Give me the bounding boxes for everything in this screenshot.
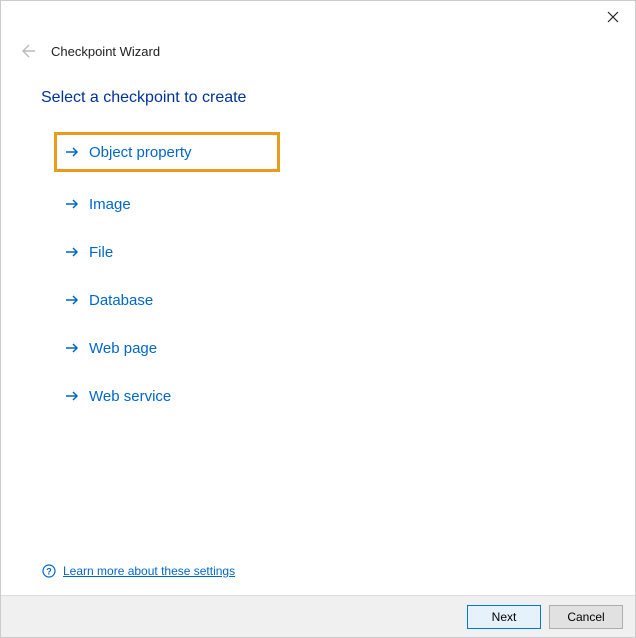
option-web-page[interactable]: Web page	[57, 335, 163, 361]
page-heading: Select a checkpoint to create	[41, 89, 619, 107]
option-web-service[interactable]: Web service	[57, 383, 177, 409]
option-label: Image	[89, 196, 131, 213]
back-button[interactable]	[13, 37, 41, 65]
option-label: File	[89, 244, 113, 261]
arrow-right-icon	[63, 387, 81, 405]
option-image[interactable]: Image	[57, 191, 137, 217]
content-area: Select a checkpoint to create Object pro…	[1, 81, 635, 409]
help-link[interactable]: Learn more about these settings	[63, 564, 235, 578]
option-label: Web service	[89, 388, 171, 405]
option-database[interactable]: Database	[57, 287, 159, 313]
titlebar	[1, 1, 635, 33]
option-label: Database	[89, 292, 153, 309]
svg-text:?: ?	[46, 567, 52, 577]
close-icon	[607, 11, 619, 23]
close-button[interactable]	[603, 7, 623, 27]
button-bar: Next Cancel	[1, 595, 635, 637]
wizard-title: Checkpoint Wizard	[51, 44, 160, 59]
next-button[interactable]: Next	[467, 605, 541, 629]
help-section: ? Learn more about these settings	[41, 563, 235, 579]
option-label: Object property	[89, 144, 192, 161]
cancel-button[interactable]: Cancel	[549, 605, 623, 629]
help-icon: ?	[41, 563, 57, 579]
option-object-property[interactable]: Object property	[57, 135, 277, 169]
checkpoint-options-list: Object property Image File Database Web	[41, 135, 619, 409]
wizard-header: Checkpoint Wizard	[1, 33, 635, 81]
option-file[interactable]: File	[57, 239, 119, 265]
back-arrow-icon	[17, 41, 37, 61]
arrow-right-icon	[63, 195, 81, 213]
arrow-right-icon	[63, 339, 81, 357]
arrow-right-icon	[63, 143, 81, 161]
option-label: Web page	[89, 340, 157, 357]
arrow-right-icon	[63, 243, 81, 261]
arrow-right-icon	[63, 291, 81, 309]
